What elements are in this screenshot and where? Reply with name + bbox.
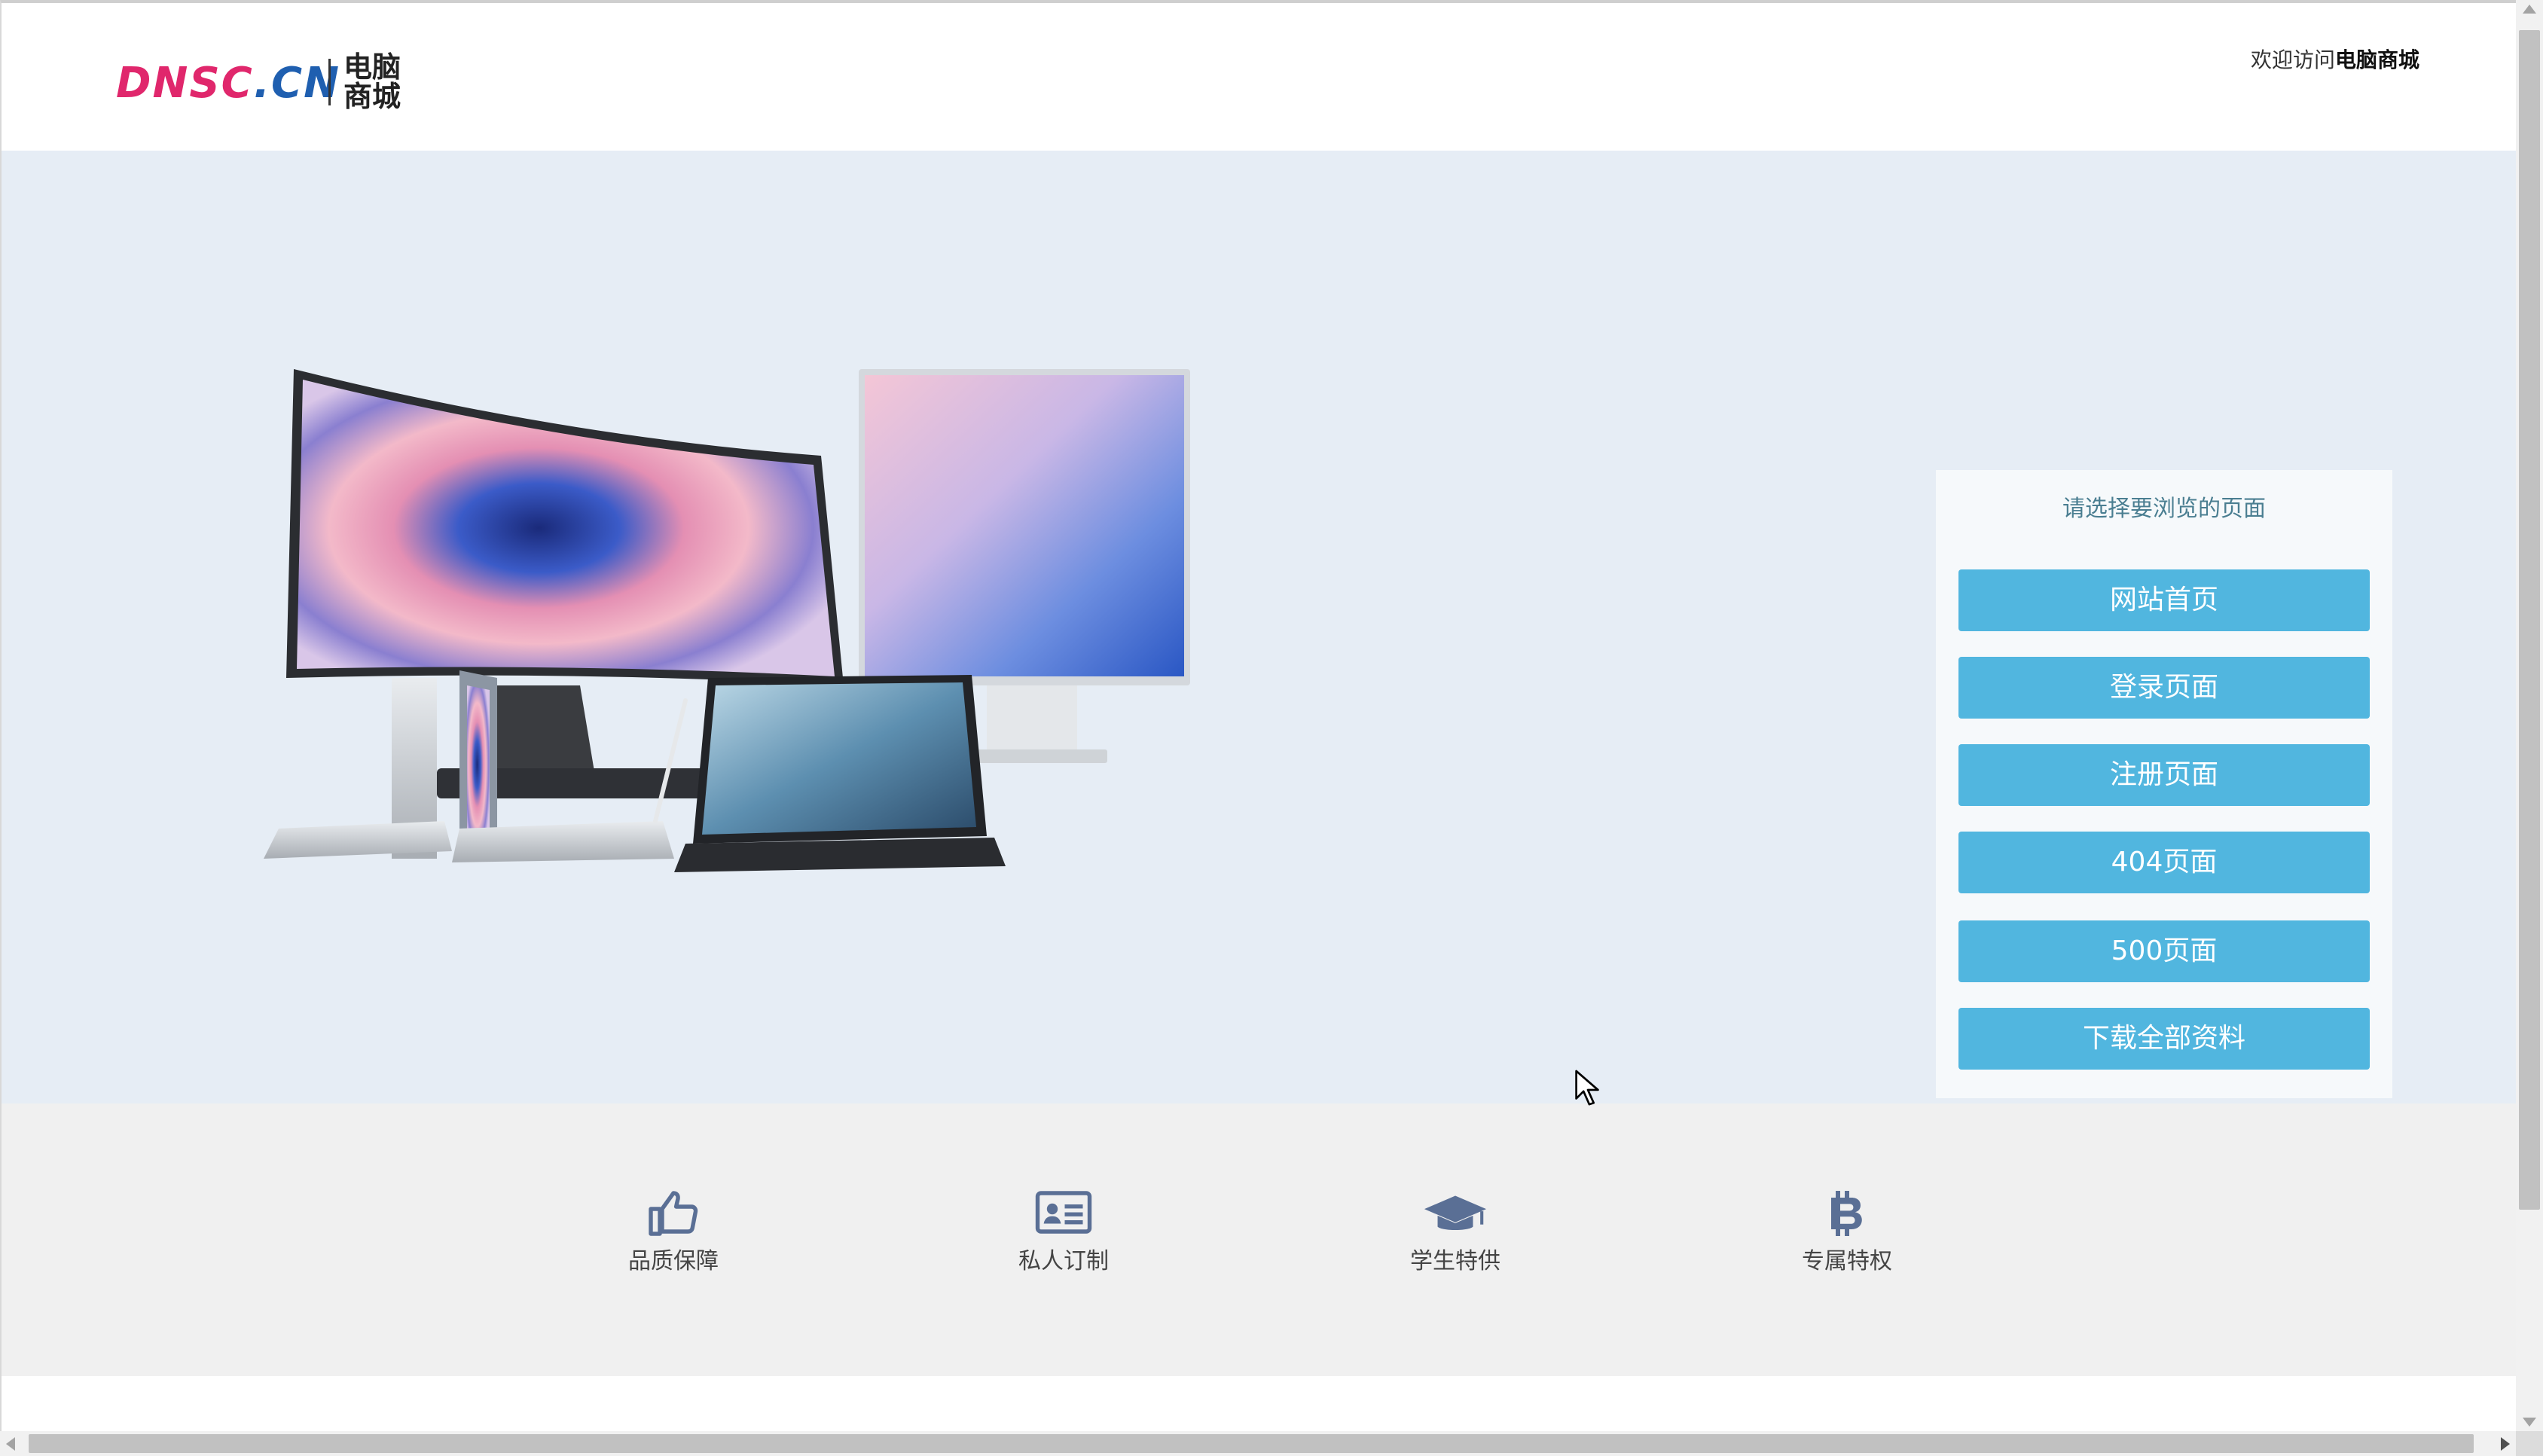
logo-cn-line1: 电脑 xyxy=(343,50,401,84)
feature-privilege[interactable]: 专属特权 xyxy=(1764,1186,1930,1275)
graduation-cap-icon xyxy=(1424,1195,1487,1230)
hero-section: 请选择要浏览的页面 网站首页 登录页面 注册页面 404页面 500页面 下载全… xyxy=(2,151,2516,1103)
thumbs-up-icon xyxy=(649,1191,698,1236)
register-page-button[interactable]: 注册页面 xyxy=(1958,744,2370,806)
horizontal-scrollbar[interactable] xyxy=(0,1431,2516,1456)
home-page-button[interactable]: 网站首页 xyxy=(1958,569,2370,631)
features-section: 品质保障 私人订制 学生特供 专属特权 xyxy=(2,1103,2516,1376)
page-404-button[interactable]: 404页面 xyxy=(1958,832,2370,893)
panel-title: 请选择要浏览的页面 xyxy=(2062,496,2266,522)
site-footer xyxy=(2,1376,2516,1431)
feature-privilege-label: 专属特权 xyxy=(1802,1248,1892,1274)
welcome-message: 欢迎访问电脑商城 xyxy=(2251,44,2419,74)
horizontal-scroll-thumb[interactable] xyxy=(29,1434,2474,1453)
feature-custom[interactable]: 私人订制 xyxy=(981,1186,1146,1275)
feature-custom-label: 私人订制 xyxy=(1018,1248,1109,1274)
bitcoin-icon xyxy=(1831,1191,1862,1236)
vertical-scroll-thumb[interactable] xyxy=(2519,30,2540,1210)
welcome-site-name: 电脑商城 xyxy=(2334,47,2419,72)
logo-latin-part1: DNSC xyxy=(116,59,254,108)
scroll-up-arrow-icon[interactable] xyxy=(2523,5,2536,14)
page-500-button[interactable]: 500页面 xyxy=(1958,920,2370,982)
product-devices-image xyxy=(264,369,1190,872)
web-page: DNSC.CN 电脑 商城 欢迎访问电脑商城 请选择要浏览的页面 网站首页 登录… xyxy=(0,0,2516,1431)
scroll-down-arrow-icon[interactable] xyxy=(2523,1418,2536,1427)
download-all-button[interactable]: 下载全部资料 xyxy=(1958,1008,2370,1070)
logo-cn-text: 电脑 商城 xyxy=(343,53,419,111)
logo-cn-line2: 商城 xyxy=(343,80,401,113)
feature-student-label: 学生特供 xyxy=(1410,1248,1500,1274)
site-logo[interactable]: DNSC.CN 电脑 商城 xyxy=(116,53,417,113)
feature-quality[interactable]: 品质保障 xyxy=(591,1186,756,1275)
id-card-icon xyxy=(1035,1191,1092,1234)
logo-latin-text: DNSC.CN xyxy=(116,59,340,108)
welcome-prefix: 欢迎访问 xyxy=(2250,47,2335,72)
vertical-scrollbar[interactable] xyxy=(2516,0,2543,1431)
scroll-left-arrow-icon[interactable] xyxy=(6,1437,15,1451)
logo-divider xyxy=(328,59,331,105)
page-navigation-panel: 请选择要浏览的页面 网站首页 登录页面 注册页面 404页面 500页面 下载全… xyxy=(1936,470,2392,1098)
mouse-cursor-icon xyxy=(1575,1070,1599,1106)
scrollbar-corner xyxy=(2516,1431,2543,1456)
feature-student[interactable]: 学生特供 xyxy=(1372,1186,1538,1275)
scroll-right-arrow-icon[interactable] xyxy=(2501,1437,2510,1451)
login-page-button[interactable]: 登录页面 xyxy=(1958,657,2370,719)
feature-quality-label: 品质保障 xyxy=(628,1248,719,1274)
site-header: DNSC.CN 电脑 商城 欢迎访问电脑商城 xyxy=(2,3,2516,151)
logo-latin-part2: .CN xyxy=(253,59,341,108)
